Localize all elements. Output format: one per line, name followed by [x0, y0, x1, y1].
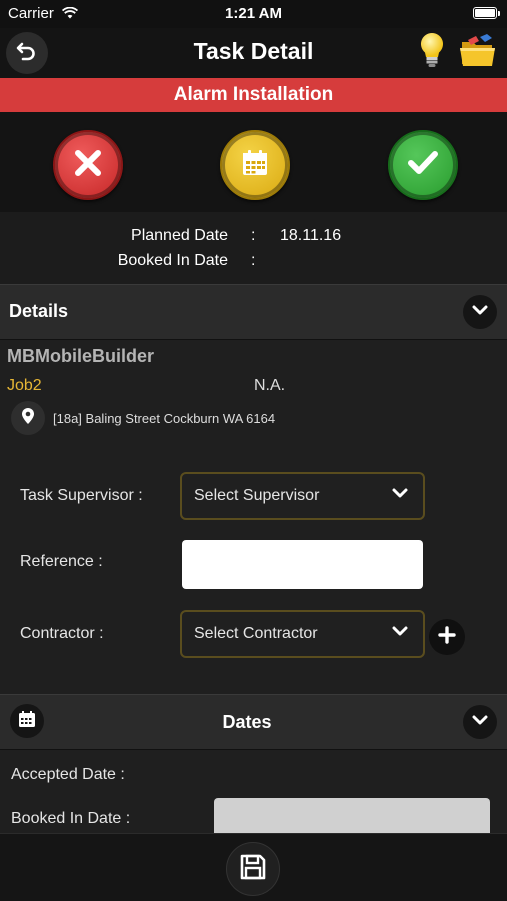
x-icon [73, 148, 103, 183]
accept-button[interactable] [388, 130, 458, 200]
company-name: MBMobileBuilder [7, 346, 154, 366]
booked-in-date-field[interactable] [214, 798, 490, 838]
status-bar: Carrier 1:21 AM [0, 0, 507, 28]
map-pin-button[interactable] [11, 401, 45, 435]
task-title-banner: Alarm Installation [0, 78, 507, 112]
details-section-header[interactable]: Details [0, 284, 507, 340]
contractor-select[interactable]: Select Contractor [180, 610, 425, 658]
reference-label: Reference : [20, 553, 103, 570]
chevron-down-icon [391, 486, 409, 505]
reference-input[interactable] [182, 540, 423, 589]
details-collapse-button[interactable] [463, 295, 497, 329]
chevron-down-icon [472, 713, 488, 731]
calendar-icon [241, 149, 269, 182]
dates-calendar-button[interactable] [10, 704, 44, 738]
dates-section-header[interactable]: Dates [0, 694, 507, 750]
action-bar [0, 112, 507, 212]
save-button[interactable] [226, 842, 280, 896]
task-info: Planned Date : 18.11.16 Booked In Date : [0, 212, 507, 284]
nav-bar: Task Detail [0, 28, 507, 78]
dates-collapse-button[interactable] [463, 705, 497, 739]
booked-in-date-separator: : [251, 252, 256, 269]
calendar-icon [18, 710, 36, 733]
contractor-label: Contractor : [20, 625, 104, 642]
schedule-button[interactable] [220, 130, 290, 200]
contractor-select-value: Select Contractor [194, 625, 318, 642]
planned-date-value: 18.11.16 [280, 227, 342, 244]
supervisor-select[interactable]: Select Supervisor [180, 472, 425, 520]
battery-icon [473, 7, 500, 19]
lightbulb-icon[interactable] [416, 30, 448, 75]
map-pin-icon [21, 407, 35, 430]
bottom-toolbar [0, 833, 507, 901]
chevron-down-icon [391, 624, 409, 643]
job-extra: N.A. [254, 377, 286, 394]
accepted-date-label: Accepted Date : [11, 766, 125, 783]
chevron-down-icon [472, 303, 488, 321]
booked-in-date-form-label: Booked In Date : [11, 810, 131, 827]
details-header-title: Details [9, 301, 69, 321]
battery-fill [475, 9, 495, 17]
task-supervisor-label: Task Supervisor : [20, 487, 143, 504]
status-time: 1:21 AM [225, 5, 282, 22]
booked-in-date-label: Booked In Date [117, 252, 228, 269]
folder-icon[interactable] [459, 33, 497, 74]
address-text[interactable]: [18a] Baling Street Cockburn WA 6164 [53, 411, 275, 426]
planned-date-label: Planned Date [131, 227, 228, 244]
supervisor-select-value: Select Supervisor [194, 487, 320, 504]
check-icon [407, 149, 439, 182]
reject-button[interactable] [53, 130, 123, 200]
add-contractor-button[interactable] [429, 619, 465, 655]
job-name[interactable]: Job2 [7, 377, 42, 395]
plus-icon [438, 625, 456, 649]
dates-header-title: Dates [222, 712, 272, 732]
floppy-disk-icon [239, 853, 267, 886]
planned-date-separator: : [251, 227, 256, 244]
